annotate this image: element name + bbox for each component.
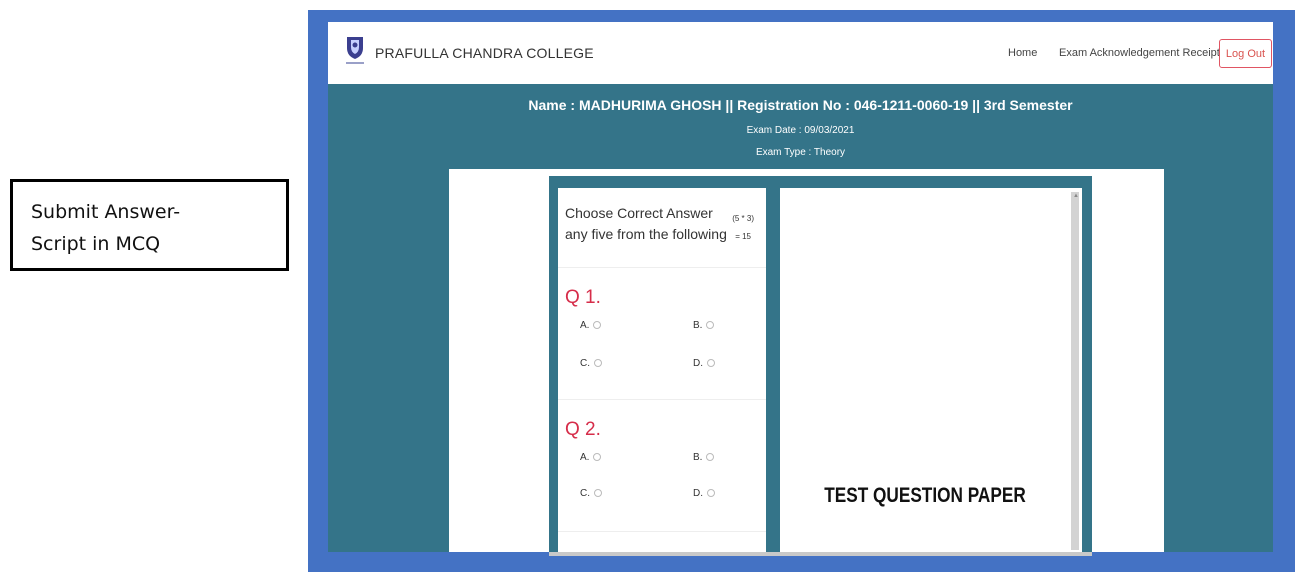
marks-formula: (5 * 3) [732,214,754,223]
student-info: Name : MADHURIMA GHOSH || Registration N… [528,97,1073,113]
option-label: B. [693,452,703,463]
caption-line-2: Script in MCQ [31,233,161,255]
question-paper-title: TEST QUESTION PAPER [824,484,1026,507]
exam-type: Exam Type : Theory [755,147,846,158]
option-label: A. [580,320,590,331]
question-paper-viewer[interactable]: ▲ TEST QUESTION PAPER [780,188,1082,552]
marks-info: (5 * 3) = 15 [732,210,754,246]
paper-area: Choose Correct Answer any five from the … [449,169,1164,556]
option-c[interactable]: C. [580,488,602,499]
radio-icon[interactable] [593,321,602,330]
option-label: A. [580,452,590,463]
exam-main: Name : MADHURIMA GHOSH || Registration N… [328,84,1273,556]
radio-icon[interactable] [706,453,715,462]
option-c[interactable]: C. [580,358,602,369]
question-number: Q 1. [565,287,601,308]
mcq-answer-panel[interactable]: Choose Correct Answer any five from the … [558,188,766,552]
radio-icon[interactable] [706,321,715,330]
option-label: D. [693,358,703,369]
radio-icon[interactable] [707,489,715,498]
radio-icon[interactable] [594,489,602,498]
nav-receipt-link[interactable]: Exam Acknowledgement Receipt [1059,47,1220,59]
option-d[interactable]: D. [693,358,715,369]
option-b[interactable]: B. [693,320,715,331]
screenshot-frame: PRAFULLA CHANDRA COLLEGE Home Exam Ackno… [308,10,1295,572]
option-a[interactable]: A. [580,320,602,331]
marks-total: = 15 [735,232,751,241]
instruction-text: Choose Correct Answer any five from the … [565,205,727,242]
question-1: Q 1. A. B. C. D. [558,268,766,400]
scroll-up-icon[interactable]: ▲ [1073,193,1079,199]
brand-name[interactable]: PRAFULLA CHANDRA COLLEGE [375,45,594,61]
option-b[interactable]: B. [693,452,715,463]
option-d[interactable]: D. [693,488,715,499]
option-label: C. [580,488,590,499]
question-2: Q 2. A. B. C. D. [558,400,766,532]
exam-date: Exam Date : 09/03/2021 [746,125,855,136]
logout-button[interactable]: Log Out [1219,39,1272,68]
exam-panel: Choose Correct Answer any five from the … [549,176,1092,556]
option-a[interactable]: A. [580,452,602,463]
nav-home-link[interactable]: Home [1008,47,1037,59]
radio-icon[interactable] [707,359,715,368]
radio-icon[interactable] [593,453,602,462]
option-label: B. [693,320,703,331]
mcq-instructions: Choose Correct Answer any five from the … [558,188,766,268]
college-logo-icon [346,37,364,64]
horizontal-scrollbar[interactable] [549,552,1092,556]
caption-box: Submit Answer- Script in MCQ [10,179,289,271]
radio-icon[interactable] [594,359,602,368]
caption-line-1: Submit Answer- [31,201,181,223]
option-label: D. [693,488,703,499]
navbar: PRAFULLA CHANDRA COLLEGE Home Exam Ackno… [328,22,1273,84]
option-label: C. [580,358,590,369]
vertical-scrollbar[interactable] [1071,192,1079,550]
question-number: Q 2. [565,419,601,440]
